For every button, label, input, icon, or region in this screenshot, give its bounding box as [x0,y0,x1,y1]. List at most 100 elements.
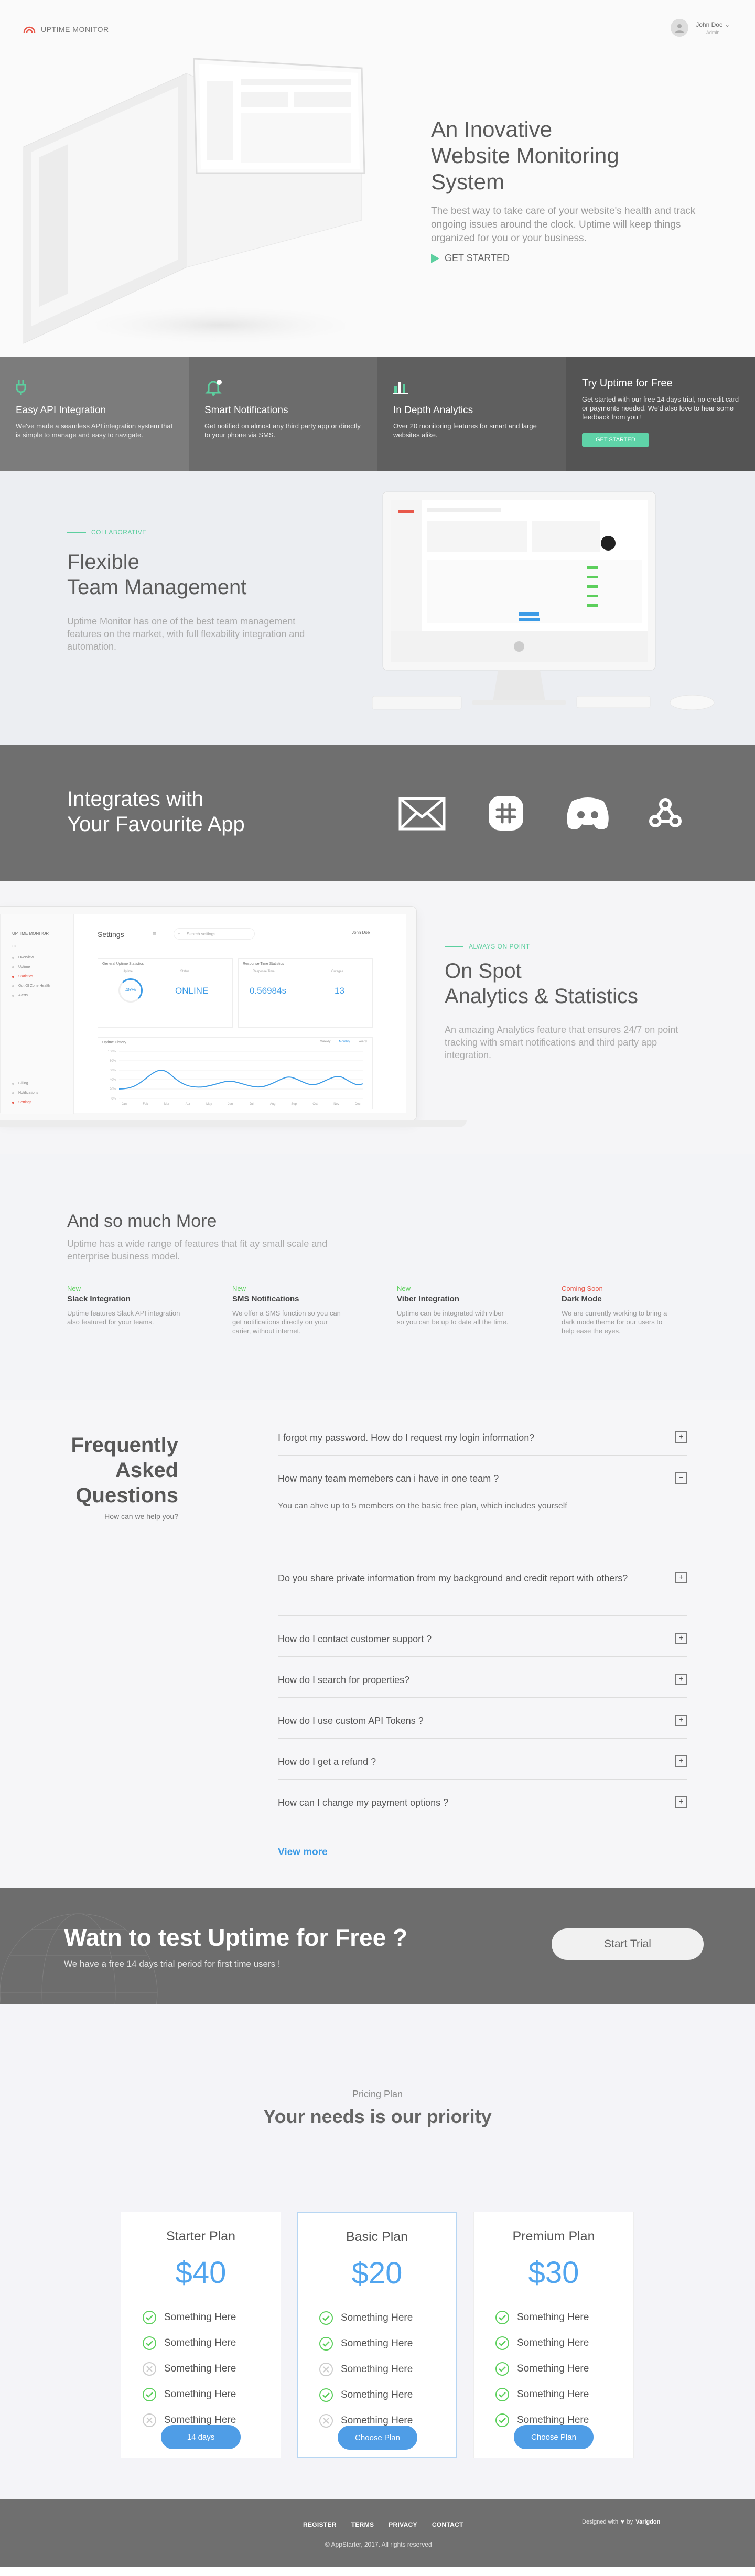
more-item-text: We offer a SMS function so you can get n… [232,1309,341,1335]
plus-icon[interactable]: + [675,1674,687,1685]
tab-yearly[interactable]: Yearly [359,1040,367,1043]
more-item: Coming Soon Dark Mode We are currently wor… [562,1285,677,1335]
view-more-link[interactable]: View more [278,1847,328,1858]
uptime-gauge: 45% [118,978,143,1003]
tab-weekly[interactable]: Weekly [320,1040,331,1043]
plan-feature-label: Something Here [341,2337,413,2349]
faq-item[interactable]: Do you share private information from my… [278,1571,687,1616]
faq-item[interactable]: How can I change my payment options ? + [278,1795,687,1820]
plus-icon[interactable]: + [675,1796,687,1808]
sidebar-item-overview[interactable]: Overview [12,953,50,963]
faq-question[interactable]: How do I use custom API Tokens ? [278,1713,687,1728]
dashboard-user[interactable]: John Doe [352,930,370,935]
plan-feature: Something Here [142,2356,236,2381]
plus-icon[interactable]: + [675,1572,687,1583]
mail-icon[interactable] [398,797,446,831]
footer-link-terms[interactable]: TERMS [351,2521,374,2528]
nav-bullet-icon [12,1092,14,1094]
stat-label: Outages [331,970,343,973]
search-input[interactable]: Search settings [174,928,255,940]
sidebar-item-alerts[interactable]: Alerts [12,991,50,1000]
faq-item[interactable]: How do I contact customer support ? + [278,1632,687,1657]
minus-icon[interactable]: − [675,1472,687,1484]
faq-question[interactable]: I forgot my password. How do I request m… [278,1430,687,1445]
pricing-card-premium-plan: Premium Plan $30 Something Here Something H… [473,2212,634,2458]
laptop-frame: UPTIME MONITOR ••• Overview Uptime Statist… [0,906,417,1121]
plan-price: $20 [351,2256,403,2290]
plan-feature: Something Here [319,2356,413,2382]
panel-title: Response Time Statistics [243,962,284,966]
plug-icon [16,380,26,395]
team-tag: COLLABORATIVE [67,529,147,536]
trial-get-started-button[interactable]: GET STARTED [582,433,649,447]
nav-bullet-icon [12,995,14,997]
user-name: John Doe [696,20,723,28]
start-trial-button[interactable]: Start Trial [552,1928,704,1960]
sidebar-item-uptime[interactable]: Uptime [12,963,50,972]
faq-item[interactable]: I forgot my password. How do I request m… [278,1430,687,1456]
more-item-title: Dark Mode [562,1295,602,1303]
chart-title: Uptime History [102,1041,126,1044]
sidebar-item-statistics[interactable]: Statistics [12,972,50,982]
slack-icon[interactable] [489,796,523,831]
x-tick-label: Nov [333,1103,339,1106]
plus-icon[interactable]: + [675,1715,687,1726]
user-menu[interactable]: John Doe ⌄ Admin [671,19,730,37]
avatar[interactable] [671,19,689,37]
faq-question[interactable]: How many team memebers can i have in one… [278,1471,687,1486]
logo[interactable]: UPTIME MONITOR [23,25,109,34]
analytics-tag: ALWAYS ON POINT [445,943,530,950]
plus-icon[interactable]: + [675,1633,687,1644]
outages-value: 13 [335,986,344,996]
faq-item-open[interactable]: How many team memebers can i have in one… [278,1471,687,1555]
faq-item[interactable]: How do I get a refund ? + [278,1754,687,1780]
plan-feature: Something Here [495,2330,589,2356]
footer-link-privacy[interactable]: PRIVACY [389,2521,417,2528]
chevron-down-icon[interactable]: ⌄ [725,21,730,28]
faq-subtitle: How can we help you? [104,1512,178,1521]
faq-question[interactable]: Do you share private information from my… [278,1571,687,1586]
discord-icon[interactable] [564,795,611,832]
faq-item[interactable]: How do I use custom API Tokens ? + [278,1713,687,1739]
more-features-section: And so much More Uptime has a wide range… [0,1154,755,1400]
plan-feature: Something Here [319,2305,413,2331]
faq-question[interactable]: How can I change my payment options ? [278,1795,687,1810]
sidebar-item-settings[interactable]: Settings [12,1098,38,1107]
plan-feature-label: Something Here [164,2388,236,2400]
faq-question[interactable]: How do I get a refund ? [278,1754,687,1769]
menu-icon[interactable]: ≡ [153,930,156,937]
analytics-section: UPTIME MONITOR ••• Overview Uptime Statist… [0,881,755,1154]
tab-monthly[interactable]: Monthly [339,1040,350,1043]
plan-name: Premium Plan [512,2229,595,2244]
choose-plan-button[interactable]: Choose Plan [338,2426,417,2450]
faq-question[interactable]: How do I contact customer support ? [278,1632,687,1646]
footer-link-register[interactable]: REGISTER [303,2521,337,2528]
plan-feature-label: Something Here [341,2389,413,2400]
plan-features: Something Here Something Here Something He… [319,2305,413,2433]
sidebar-item-billing[interactable]: Billing [12,1079,38,1088]
get-started-link[interactable]: GET STARTED [431,253,510,264]
plus-icon[interactable]: + [675,1431,687,1443]
plus-icon[interactable]: + [675,1755,687,1767]
check-circle-icon [143,2336,156,2350]
faq-item[interactable]: How do I search for properties? + [278,1673,687,1698]
faq-question[interactable]: How do I search for properties? [278,1673,687,1687]
play-icon [431,253,439,263]
footer-link-contact[interactable]: CONTACT [432,2521,463,2528]
choose-plan-button[interactable]: Choose Plan [514,2425,594,2449]
check-circle-icon [143,2310,156,2324]
team-description: Uptime Monitor has one of the best team … [67,616,305,652]
sidebar-item-out-of-zone-health[interactable]: Out Of Zone Health [12,982,50,991]
designer-name[interactable]: Varigdon [635,2519,660,2525]
check-circle-icon [495,2387,509,2401]
sidebar-heading: ••• [12,945,16,949]
trial-card: Try Uptime for Free Get started with our… [566,357,755,471]
feature-title: In Depth Analytics [393,405,473,416]
x-tick-label: Aug [270,1103,276,1106]
designed-with: Designed with ♥ by Varigdon [582,2519,660,2525]
y-tick-label: 0% [111,1097,116,1101]
webhook-icon[interactable] [648,796,683,831]
choose-plan-button[interactable]: 14 days [161,2425,241,2449]
hero-description: The best way to take care of your websit… [431,206,696,244]
sidebar-item-notifications[interactable]: Notifications [12,1088,38,1098]
